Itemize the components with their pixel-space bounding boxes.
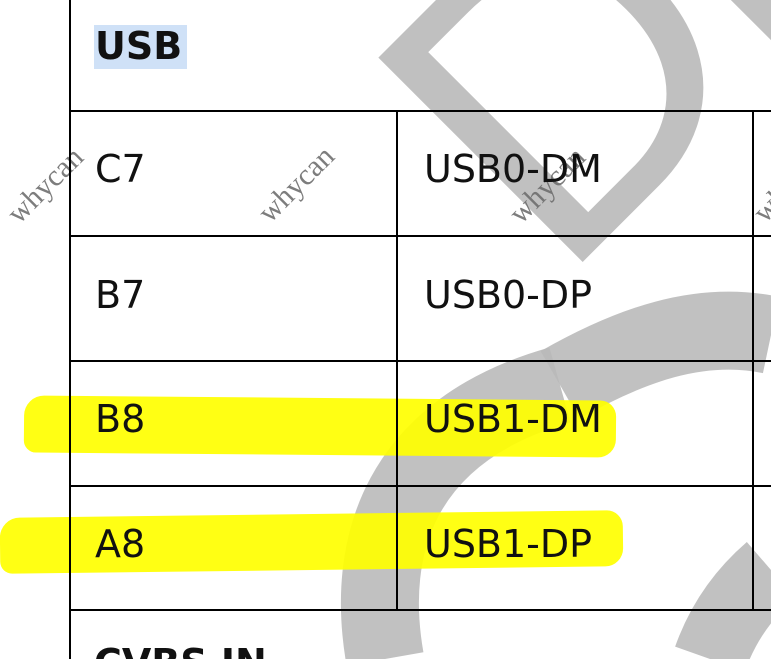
table-row-divider: [69, 360, 771, 362]
table-row-divider: [69, 110, 771, 112]
signal-cell: USB1-DM: [424, 397, 602, 441]
pin-cell: B8: [95, 397, 146, 441]
signal-cell: USB0-DM: [424, 147, 602, 191]
table-row-divider: [69, 235, 771, 237]
repeated-watermark: whycan: [746, 139, 771, 229]
repeated-watermark: whycan: [0, 140, 90, 230]
pin-cell: C7: [95, 147, 146, 191]
table-row-divider: [69, 485, 771, 487]
signal-cell: USB0-DP: [424, 273, 593, 317]
table-column-divider: [752, 110, 754, 609]
next-section-title-partial: CVBS IN: [94, 644, 267, 659]
section-title: USB: [94, 25, 188, 69]
pin-cell: B7: [95, 273, 146, 317]
table-row-divider: [69, 609, 771, 611]
pin-cell: A8: [95, 522, 146, 566]
repeated-watermark: whycan: [251, 139, 341, 229]
signal-cell: USB1-DP: [424, 522, 593, 566]
document-page: Dra whycan whycan whycan whycan USB C7 U…: [0, 0, 771, 659]
